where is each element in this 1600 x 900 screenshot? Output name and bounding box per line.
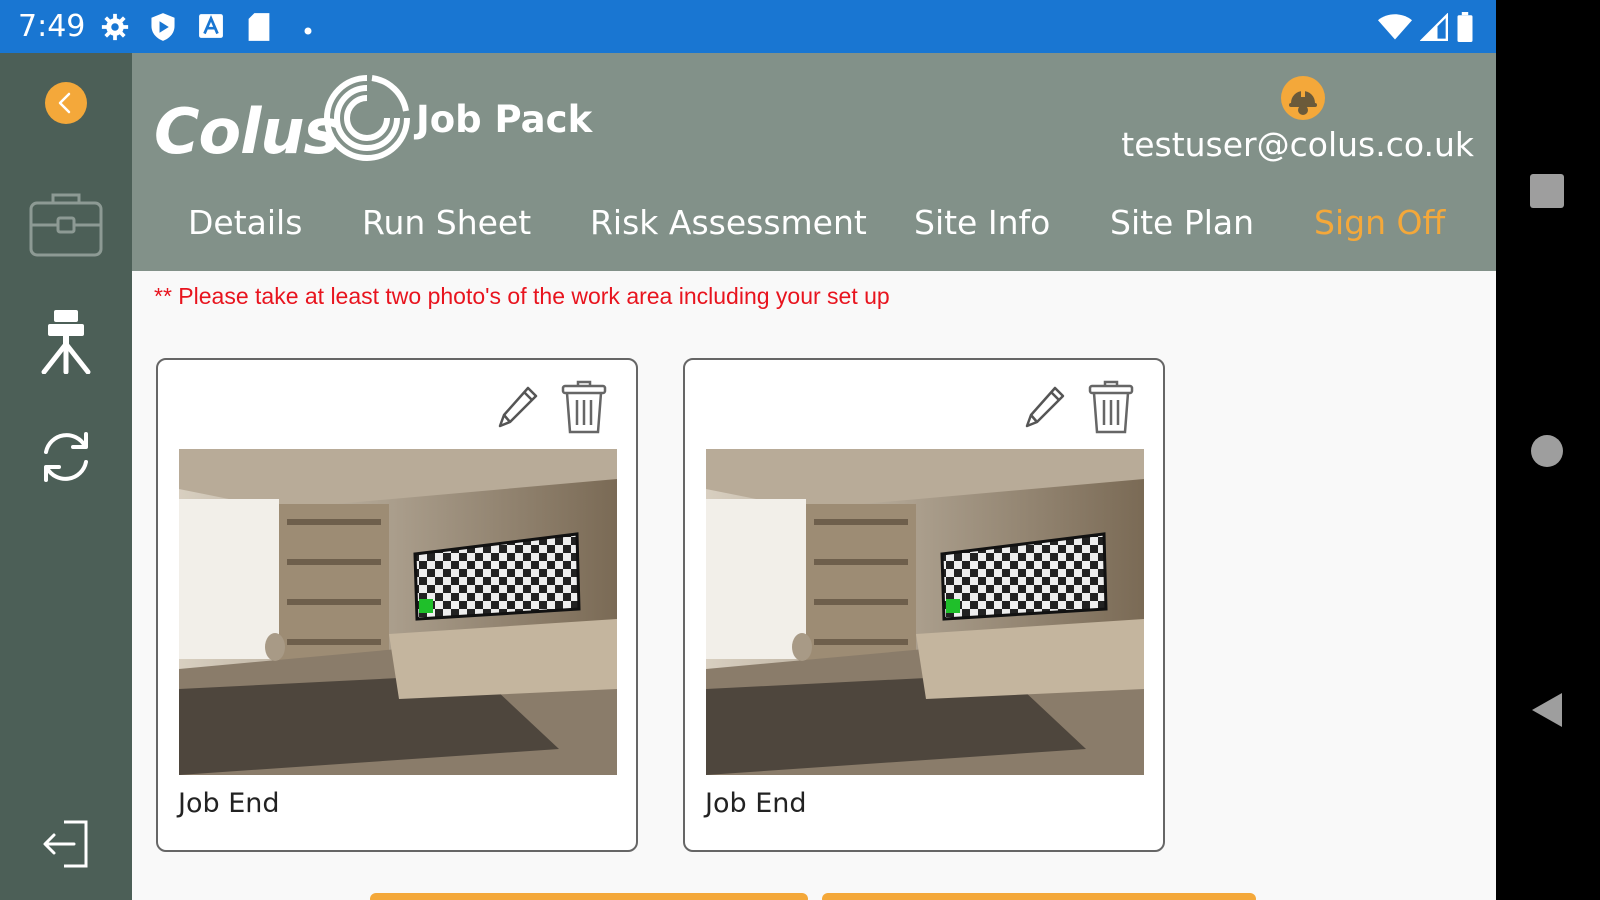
- photo-thumbnail[interactable]: [706, 449, 1144, 775]
- home-button[interactable]: [1528, 432, 1566, 475]
- tab-sign-off[interactable]: Sign Off: [1314, 203, 1445, 242]
- status-right-icons: [1378, 12, 1474, 47]
- dot-icon: [304, 22, 312, 40]
- back-button[interactable]: [1528, 690, 1566, 735]
- user-email: testuser@colus.co.uk: [1121, 125, 1474, 164]
- photo-label: Job End: [178, 788, 280, 819]
- photo-card: Job End: [683, 358, 1165, 852]
- sidebar: [0, 53, 132, 900]
- header: Colus Job Pack testuser@colus.co.uk Deta…: [132, 53, 1496, 271]
- tab-details[interactable]: Details: [188, 203, 302, 242]
- photo-notice: ** Please take at least two photo's of t…: [154, 283, 890, 309]
- trash-icon[interactable]: [560, 380, 608, 441]
- android-nav-bar: [1496, 0, 1600, 900]
- settings-icon: [100, 12, 130, 47]
- tab-risk-assessment[interactable]: Risk Assessment: [590, 203, 867, 242]
- sd-card-icon: [246, 12, 272, 47]
- sidebar-item-jobs[interactable]: [0, 191, 132, 262]
- wifi-icon: [1378, 13, 1412, 46]
- tab-site-info[interactable]: Site Info: [914, 203, 1050, 242]
- sync-icon: [38, 428, 94, 491]
- colus-logo-icon: [322, 73, 412, 168]
- pencil-icon[interactable]: [1023, 384, 1067, 435]
- app-window: Colus Job Pack testuser@colus.co.uk Deta…: [0, 53, 1496, 900]
- tab-site-plan[interactable]: Site Plan: [1110, 203, 1254, 242]
- logout-icon: [40, 818, 92, 875]
- photo-thumbnail[interactable]: [179, 449, 617, 775]
- recents-button[interactable]: [1528, 172, 1566, 215]
- status-time: 7:49: [18, 9, 86, 44]
- survey-tripod-icon: [38, 308, 94, 379]
- font-icon: [198, 12, 224, 45]
- sidebar-item-back[interactable]: [0, 81, 132, 130]
- sidebar-item-sync[interactable]: [0, 428, 132, 491]
- sidebar-item-survey[interactable]: [0, 308, 132, 379]
- back-arrow-icon: [44, 81, 88, 130]
- battery-icon: [1456, 12, 1474, 47]
- signal-icon: [1419, 12, 1448, 46]
- tab-bar: Details Run Sheet Risk Assessment Site I…: [132, 203, 1496, 263]
- shield-icon: [149, 12, 177, 47]
- hard-hat-icon[interactable]: [1280, 75, 1326, 126]
- briefcase-icon: [29, 191, 103, 262]
- tab-run-sheet[interactable]: Run Sheet: [362, 203, 531, 242]
- photo-label: Job End: [705, 788, 807, 819]
- status-bar: 7:49: [0, 0, 1496, 53]
- bottom-action-button[interactable]: [822, 893, 1256, 900]
- sidebar-item-logout[interactable]: [0, 818, 132, 875]
- trash-icon[interactable]: [1087, 380, 1135, 441]
- bottom-action-button[interactable]: [370, 893, 808, 900]
- logo-text: Colus: [154, 95, 340, 168]
- photo-card: Job End: [156, 358, 638, 852]
- pencil-icon[interactable]: [496, 384, 540, 435]
- app-title: Job Pack: [416, 98, 593, 141]
